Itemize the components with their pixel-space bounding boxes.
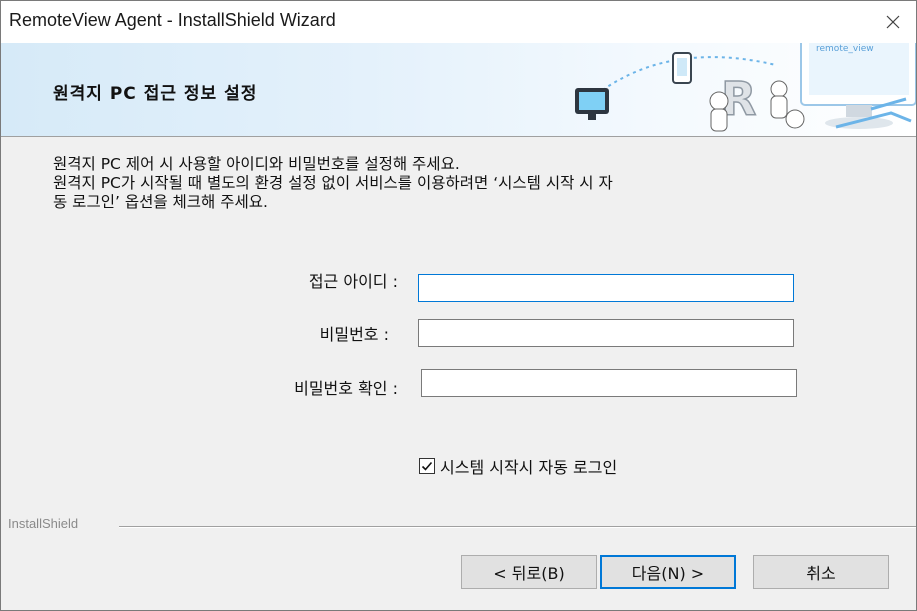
next-button[interactable]: 다음(N) > xyxy=(600,555,736,589)
checkmark-icon xyxy=(421,461,433,471)
instruction-line-3: 동 로그인’ 옵션을 체크해 주세요. xyxy=(53,193,268,211)
auto-login-checkbox[interactable] xyxy=(419,458,435,474)
access-id-field[interactable] xyxy=(418,274,794,302)
close-button[interactable] xyxy=(870,1,916,43)
password-confirm-field[interactable] xyxy=(421,369,797,397)
access-id-label: 접근 아이디 : xyxy=(308,272,398,291)
close-icon xyxy=(886,15,900,29)
header-title: 원격지 PC 접근 정보 설정 xyxy=(53,84,258,104)
instruction-line-1: 원격지 PC 제어 시 사용할 아이디와 비밀번호를 설정해 주세요. xyxy=(53,155,460,173)
instructions: 원격지 PC 제어 시 사용할 아이디와 비밀번호를 설정해 주세요. 원격지 … xyxy=(53,155,873,212)
password-field[interactable] xyxy=(418,319,794,347)
banner-logo-text: remote_view xyxy=(816,44,874,54)
auto-login-option[interactable]: 시스템 시작시 자동 로그인 xyxy=(419,454,617,478)
wizard-header: 원격지 PC 접근 정보 설정 remote_view R xyxy=(1,43,916,137)
auto-login-label: 시스템 시작시 자동 로그인 xyxy=(440,458,618,477)
back-button[interactable]: < 뒤로(B) xyxy=(461,555,597,589)
instruction-line-2: 원격지 PC가 시작될 때 별도의 환경 설정 없이 서비스를 이용하려면 ‘시… xyxy=(53,174,613,192)
cancel-button[interactable]: 취소 xyxy=(753,555,889,589)
password-label: 비밀번호 : xyxy=(319,325,389,344)
password-confirm-label: 비밀번호 확인 : xyxy=(294,379,398,398)
footer-divider xyxy=(119,526,916,528)
window-title: RemoteView Agent - InstallShield Wizard xyxy=(9,10,336,30)
installshield-brand: InstallShield xyxy=(8,516,79,531)
title-bar: RemoteView Agent - InstallShield Wizard xyxy=(1,1,916,43)
remoteview-banner-illustration: remote_view R xyxy=(575,43,916,132)
installer-window: RemoteView Agent - InstallShield Wizard … xyxy=(0,0,917,611)
